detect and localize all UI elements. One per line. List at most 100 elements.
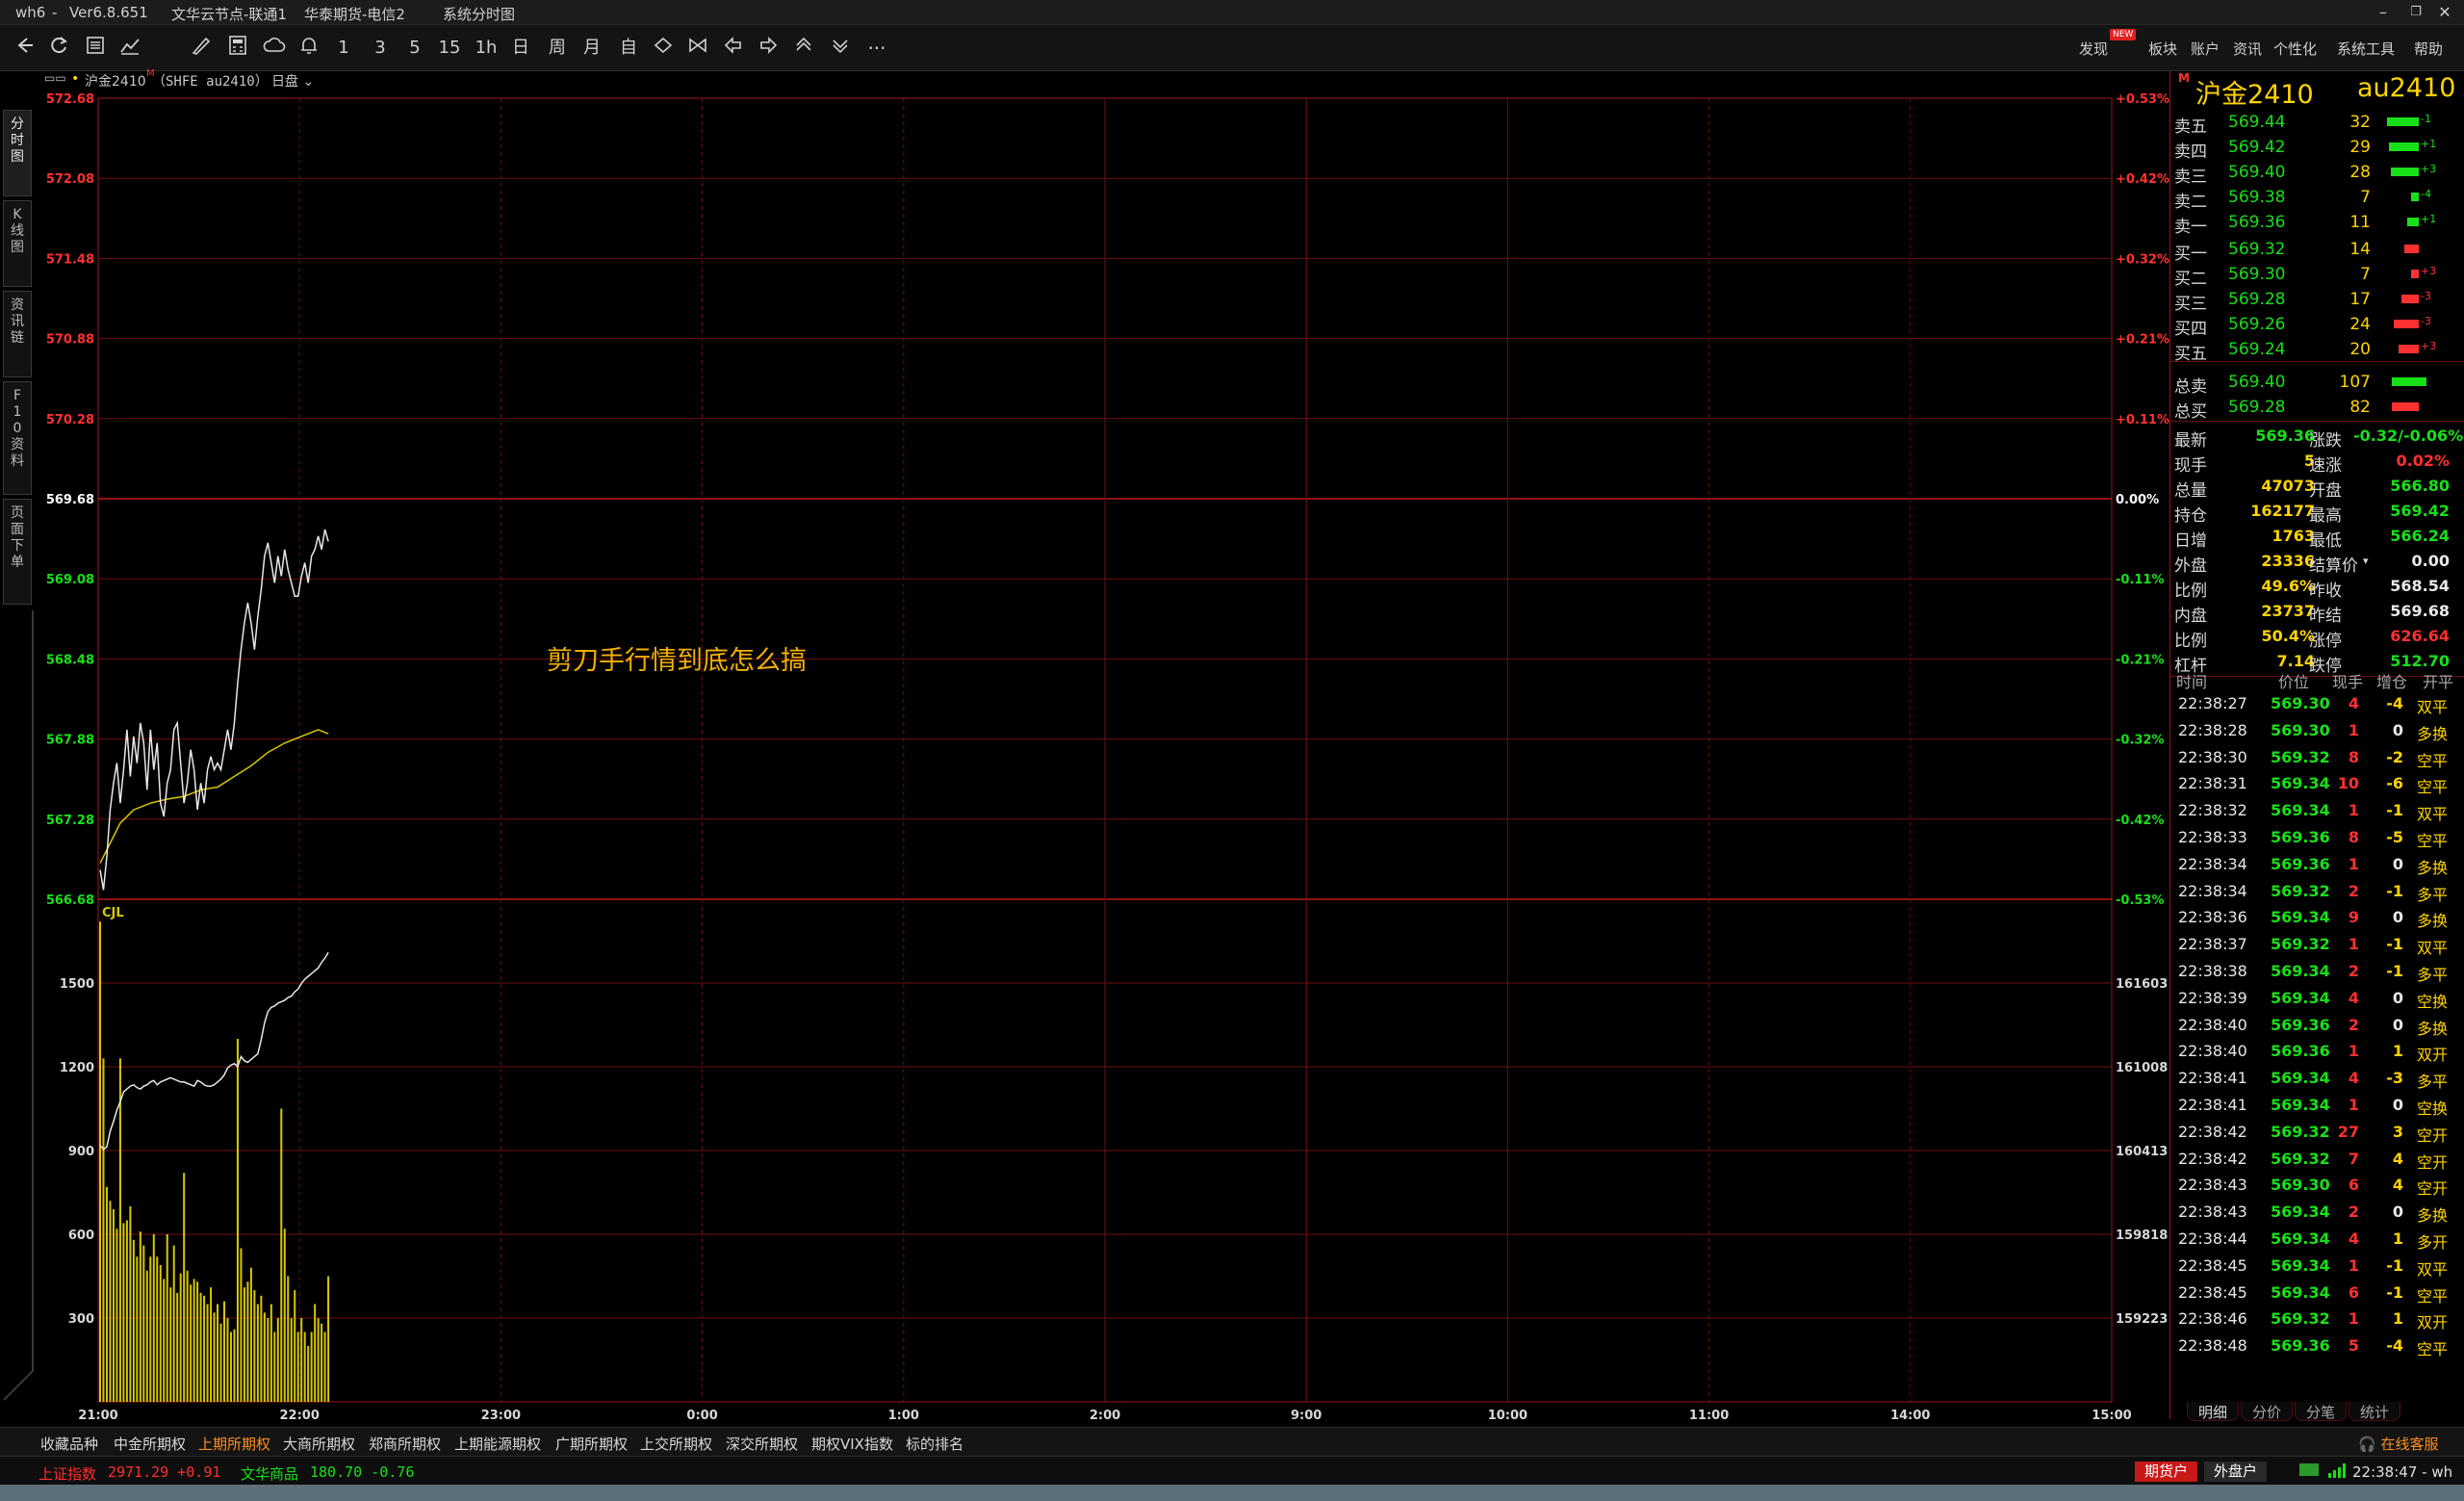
right-arrow-icon[interactable] — [755, 35, 783, 62]
period-1h[interactable]: 1h — [472, 35, 500, 62]
tick-row[interactable]: 22:38:41 569.34 4 -3 多平 — [2170, 1066, 2459, 1091]
tick-row[interactable]: 22:38:34 569.32 2 -1 多平 — [2170, 879, 2459, 904]
tab-favorites[interactable]: 收藏品种 — [40, 1434, 98, 1454]
tab-order-entry[interactable]: 页 面 下 单 — [3, 499, 32, 605]
tick-row[interactable]: 22:38:44 569.34 4 1 多开 — [2170, 1227, 2459, 1252]
tick-row[interactable]: 22:38:28 569.30 1 0 多换 — [2170, 718, 2459, 743]
foreign-account-button[interactable]: 外盘户 — [2204, 1462, 2268, 1482]
tick-row[interactable]: 22:38:41 569.34 1 0 空换 — [2170, 1093, 2459, 1118]
list-icon[interactable] — [81, 35, 110, 62]
server-node[interactable]: 文华云节点-联通1 — [171, 4, 287, 24]
header-layout-icon[interactable]: ▭▭ — [44, 71, 66, 85]
tick-row[interactable]: 22:38:48 569.36 5 -4 空平 — [2170, 1333, 2459, 1359]
period-1min[interactable]: 1 — [329, 35, 358, 62]
tick-row[interactable]: 22:38:36 569.34 9 0 多换 — [2170, 905, 2459, 930]
tick-row[interactable]: 22:38:31 569.34 10 -6 空平 — [2170, 771, 2459, 796]
bid-level[interactable]: 买二 569.30 7 +3 — [2170, 262, 2459, 289]
tick-row[interactable]: 22:38:43 569.30 6 4 空开 — [2170, 1173, 2459, 1198]
screen-icon[interactable] — [2298, 1462, 2320, 1483]
tick-oi-change: 0 — [2392, 908, 2403, 927]
bid-level[interactable]: 买三 569.28 17 -3 — [2170, 287, 2459, 314]
tick-row[interactable]: 22:38:42 569.32 27 3 空开 — [2170, 1120, 2459, 1145]
diamond-icon[interactable] — [649, 35, 678, 62]
tick-row[interactable]: 22:38:30 569.32 8 -2 空平 — [2170, 745, 2459, 770]
broker-server[interactable]: 华泰期货-电信2 — [304, 4, 405, 24]
tab-cffex-options[interactable]: 中金所期权 — [114, 1434, 186, 1454]
chevron-down-icon[interactable] — [826, 35, 855, 62]
tick-row[interactable]: 22:38:46 569.32 1 1 双开 — [2170, 1307, 2459, 1332]
back-arrow-icon[interactable] — [10, 35, 38, 62]
index2-name[interactable]: 文华商品 — [241, 1463, 298, 1484]
session-selector[interactable]: 日盘 ⌄ — [271, 71, 314, 91]
online-service-button[interactable]: 🎧 在线客服 — [2358, 1434, 2438, 1454]
ask-level[interactable]: 卖三 569.40 28 +3 — [2170, 160, 2459, 187]
chevron-up-icon[interactable] — [789, 35, 818, 62]
tab-czce-options[interactable]: 郑商所期权 — [369, 1434, 441, 1454]
timeshare-chart[interactable]: 572.68 +0.53% 572.08 +0.42% 571.48 +0.32% 570.… — [38, 89, 2169, 1425]
period-month[interactable]: 月 — [578, 35, 606, 62]
period-3min[interactable]: 3 — [366, 35, 395, 62]
tick-row[interactable]: 22:38:45 569.34 1 -1 双平 — [2170, 1254, 2459, 1279]
ask-level[interactable]: 卖二 569.38 7 -4 — [2170, 185, 2459, 212]
tab-options-vix[interactable]: 期权VIX指数 — [811, 1434, 893, 1454]
period-day[interactable]: 日 — [506, 35, 535, 62]
tab-szse-options[interactable]: 深交所期权 — [726, 1434, 798, 1454]
refresh-icon[interactable] — [44, 35, 73, 62]
tick-row[interactable]: 22:38:34 569.36 1 0 多换 — [2170, 852, 2459, 877]
menu-account[interactable]: 账户 — [2191, 39, 2220, 59]
period-5min[interactable]: 5 — [400, 35, 429, 62]
futures-account-button[interactable]: 期货户 — [2135, 1462, 2198, 1482]
tab-ine-options[interactable]: 上期能源期权 — [454, 1434, 541, 1454]
stat-label: 持仓 — [2174, 506, 2207, 526]
tab-dce-options[interactable]: 大商所期权 — [283, 1434, 355, 1454]
ask-level[interactable]: 卖一 569.36 11 +1 — [2170, 210, 2459, 237]
tab-timeshare[interactable]: 分 时 图 — [3, 110, 32, 196]
stat-row: 最新 569.36 涨跌 -0.32/-0.06% — [2170, 424, 2463, 451]
menu-system-tools[interactable]: 系统工具 — [2337, 39, 2395, 59]
cloud-icon[interactable] — [260, 35, 289, 62]
period-15min[interactable]: 15 — [435, 35, 464, 62]
tick-row[interactable]: 22:38:43 569.34 2 0 多换 — [2170, 1200, 2459, 1225]
period-week[interactable]: 周 — [543, 35, 572, 62]
tab-sse-options[interactable]: 上交所期权 — [640, 1434, 712, 1454]
tab-kline[interactable]: K 线 图 — [3, 200, 32, 287]
bid-level[interactable]: 买五 569.24 20 +3 — [2170, 337, 2459, 364]
tab-underlying-rank[interactable]: 标的排名 — [906, 1434, 963, 1454]
period-custom[interactable]: 自 — [614, 35, 643, 62]
bid-level[interactable]: 买四 569.26 24 -3 — [2170, 312, 2459, 339]
tab-statistics[interactable]: 统计 — [2348, 1402, 2400, 1421]
more-button[interactable]: ··· — [862, 35, 891, 62]
tick-row[interactable]: 22:38:32 569.34 1 -1 双平 — [2170, 798, 2459, 823]
tab-gfex-options[interactable]: 广期所期权 — [555, 1434, 628, 1454]
bid-level[interactable]: 买一 569.32 14 — [2170, 237, 2459, 264]
left-arrow-icon[interactable] — [718, 35, 747, 62]
index1-name[interactable]: 上证指数 — [38, 1463, 96, 1484]
tick-row[interactable]: 22:38:33 569.36 8 -5 空平 — [2170, 825, 2459, 850]
calculator-icon[interactable] — [223, 35, 252, 62]
tick-row[interactable]: 22:38:37 569.32 1 -1 双平 — [2170, 932, 2459, 957]
menu-discover[interactable]: 发现 — [2079, 39, 2108, 59]
draw-icon[interactable] — [187, 35, 216, 62]
line-chart-icon[interactable] — [116, 35, 144, 62]
tab-per-trade[interactable]: 分笔 — [2295, 1402, 2347, 1421]
tab-news-chain[interactable]: 资 讯 链 — [3, 291, 32, 377]
bell-icon[interactable] — [295, 35, 323, 62]
bowtie-icon[interactable] — [683, 35, 712, 62]
tick-row[interactable]: 22:38:40 569.36 1 1 双开 — [2170, 1039, 2459, 1064]
ask-level[interactable]: 卖四 569.42 29 +1 — [2170, 135, 2459, 162]
tick-row[interactable]: 22:38:42 569.32 7 4 空开 — [2170, 1147, 2459, 1172]
ask-level[interactable]: 卖五 569.44 32 -1 — [2170, 110, 2459, 137]
menu-personalize[interactable]: 个性化 — [2273, 39, 2317, 59]
tab-f10[interactable]: F 1 0 资 料 — [3, 381, 32, 495]
tick-row[interactable]: 22:38:39 569.34 4 0 空换 — [2170, 986, 2459, 1011]
tab-detail[interactable]: 明细 — [2187, 1402, 2239, 1421]
tick-row[interactable]: 22:38:38 569.34 2 -1 多平 — [2170, 959, 2459, 984]
menu-help[interactable]: 帮助 — [2414, 39, 2443, 59]
tick-row[interactable]: 22:38:45 569.34 6 -1 空平 — [2170, 1281, 2459, 1306]
menu-news[interactable]: 资讯 — [2233, 39, 2262, 59]
tick-row[interactable]: 22:38:40 569.36 2 0 多换 — [2170, 1013, 2459, 1038]
tab-price-dist[interactable]: 分价 — [2241, 1402, 2293, 1421]
tick-row[interactable]: 22:38:27 569.30 4 -4 双平 — [2170, 691, 2459, 716]
close-button[interactable]: ✕ — [2426, 1, 2464, 24]
menu-sectors[interactable]: 板块 — [2148, 39, 2177, 59]
